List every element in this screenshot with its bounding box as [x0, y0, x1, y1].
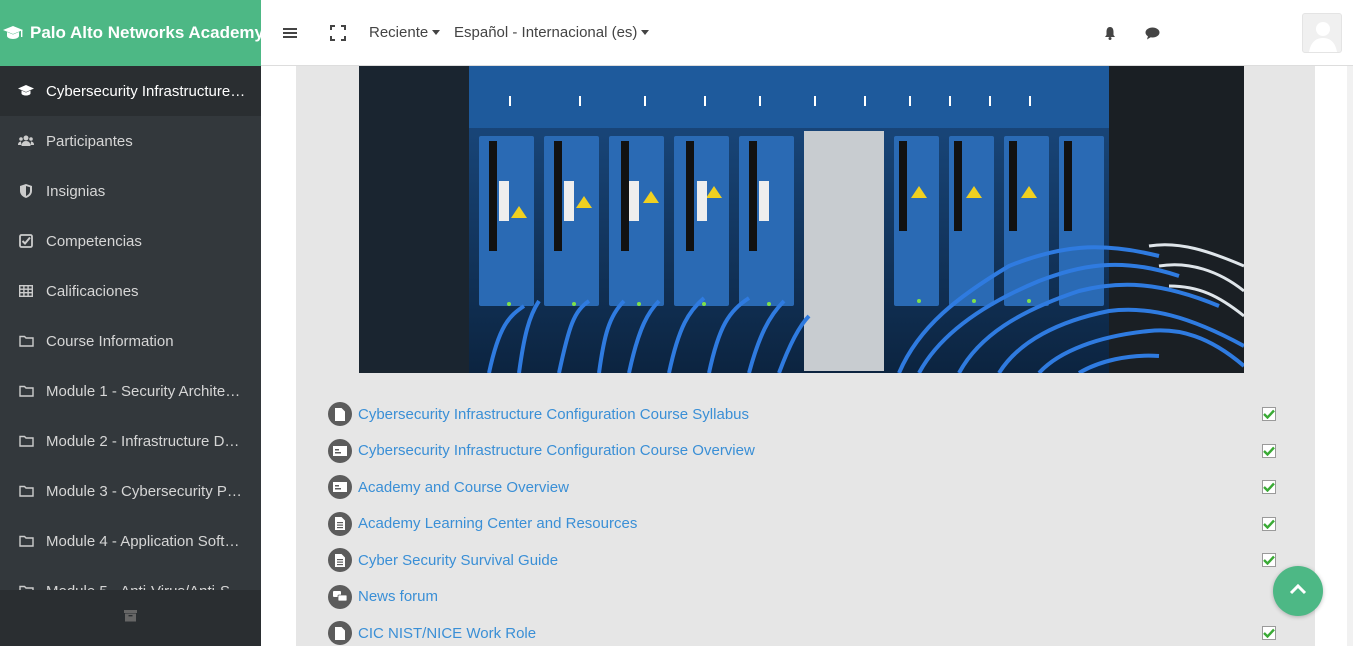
activity-link[interactable]: News forum — [358, 588, 438, 605]
chat-icon[interactable] — [1141, 22, 1163, 44]
completion-checkbox[interactable] — [1262, 626, 1276, 640]
activity-link[interactable]: CIC NIST/NICE Work Role — [358, 625, 536, 642]
list-item: Cybersecurity Infrastructure Configurati… — [328, 433, 1288, 470]
sidebar-item-course-information[interactable]: Course Information — [0, 316, 261, 366]
graduation-cap-icon — [18, 83, 34, 99]
folder-icon — [18, 333, 34, 349]
chevron-down-icon — [432, 30, 441, 35]
list-item: Cybersecurity Infrastructure Configurati… — [328, 396, 1288, 433]
course-banner-image — [359, 66, 1244, 373]
sidebar-item-badges[interactable]: Insignias — [0, 166, 261, 216]
folder-icon — [18, 533, 34, 549]
list-item: News forum — [328, 579, 1288, 616]
list-item: Academy and Course Overview — [328, 469, 1288, 506]
document-icon — [328, 548, 352, 573]
activity-list: Cybersecurity Infrastructure Configurati… — [328, 396, 1288, 646]
check-square-icon — [18, 233, 34, 249]
presentation-icon — [328, 438, 352, 463]
scroll-to-top-button[interactable] — [1273, 566, 1323, 616]
activity-link[interactable]: Academy Learning Center and Resources — [358, 515, 637, 532]
sidebar-item-grades[interactable]: Calificaciones — [0, 266, 261, 316]
sidebar-item-module-3[interactable]: Module 3 - Cybersecurity Policies — [0, 466, 261, 516]
recent-menu[interactable]: Reciente — [369, 24, 441, 41]
top-navbar: Reciente Español - Internacional (es) — [261, 0, 1353, 66]
hamburger-icon[interactable] — [279, 22, 301, 44]
bell-icon[interactable] — [1099, 22, 1121, 44]
sidebar-item-label: Module 1 - Security Architecture — [46, 382, 246, 400]
list-item: CIC NIST/NICE Work Role — [328, 615, 1288, 646]
sidebar-item-module-2[interactable]: Module 2 - Infrastructure Design — [0, 416, 261, 466]
sidebar-item-label: Insignias — [46, 182, 106, 200]
sidebar-footer — [0, 590, 261, 646]
completion-checkbox[interactable] — [1262, 407, 1276, 421]
activity-link[interactable]: Cyber Security Survival Guide — [358, 552, 558, 569]
sidebar-item-participants[interactable]: Participantes — [0, 116, 261, 166]
completion-checkbox[interactable] — [1262, 516, 1276, 531]
main-content: Cybersecurity Infrastructure Configurati… — [261, 66, 1353, 646]
sidebar-item-label: Participantes — [46, 132, 133, 150]
file-icon — [328, 402, 352, 427]
completion-checkbox[interactable] — [1262, 553, 1276, 567]
sidebar-item-label: Competencias — [46, 232, 142, 250]
table-icon — [18, 283, 34, 299]
fullscreen-icon[interactable] — [327, 22, 349, 44]
activity-link[interactable]: Cybersecurity Infrastructure Configurati… — [358, 442, 755, 459]
language-menu[interactable]: Español - Internacional (es) — [454, 24, 650, 41]
completion-checkbox[interactable] — [1262, 443, 1276, 458]
sidebar-item-label: Module 3 - Cybersecurity Policies — [46, 482, 246, 500]
folder-icon — [18, 483, 34, 499]
recent-menu-label: Reciente — [369, 24, 429, 41]
brand-header[interactable]: Palo Alto Networks Academy — [0, 0, 261, 66]
completion-checkbox[interactable] — [1262, 480, 1276, 494]
shield-icon — [18, 183, 34, 199]
sidebar-item-label: Cybersecurity Infrastructure Configurati… — [46, 82, 246, 100]
brand-title: Palo Alto Networks Academy — [30, 23, 261, 42]
graduation-cap-icon — [2, 21, 24, 45]
sidebar: Cybersecurity Infrastructure Configurati… — [0, 66, 261, 646]
users-icon — [18, 133, 34, 149]
document-icon — [328, 511, 352, 536]
page-scrollbar[interactable] — [1347, 66, 1353, 646]
sidebar-item-competencies[interactable]: Competencias — [0, 216, 261, 266]
sidebar-item-module-1[interactable]: Module 1 - Security Architecture — [0, 366, 261, 416]
forum-icon — [328, 584, 352, 609]
sidebar-item-label: Module 2 - Infrastructure Design — [46, 432, 246, 450]
user-avatar[interactable] — [1302, 13, 1342, 53]
activity-link[interactable]: Academy and Course Overview — [358, 479, 569, 496]
list-item: Cyber Security Survival Guide — [328, 542, 1288, 579]
file-icon — [328, 621, 352, 646]
sidebar-item-label: Calificaciones — [46, 282, 139, 300]
folder-icon — [18, 433, 34, 449]
chevron-up-icon — [1289, 582, 1307, 600]
sidebar-item-label: Course Information — [46, 332, 174, 350]
chevron-down-icon — [641, 30, 650, 35]
sidebar-item-course-home[interactable]: Cybersecurity Infrastructure Configurati… — [0, 66, 261, 116]
course-section: Cybersecurity Infrastructure Configurati… — [296, 66, 1315, 646]
archive-icon[interactable] — [124, 609, 137, 627]
folder-icon — [18, 383, 34, 399]
list-item: Academy Learning Center and Resources — [328, 506, 1288, 543]
sidebar-item-module-4[interactable]: Module 4 - Application Software — [0, 516, 261, 566]
presentation-icon — [328, 475, 352, 500]
activity-link[interactable]: Cybersecurity Infrastructure Configurati… — [358, 406, 749, 423]
sidebar-item-label: Module 4 - Application Software — [46, 532, 246, 550]
language-menu-label: Español - Internacional (es) — [454, 24, 638, 41]
